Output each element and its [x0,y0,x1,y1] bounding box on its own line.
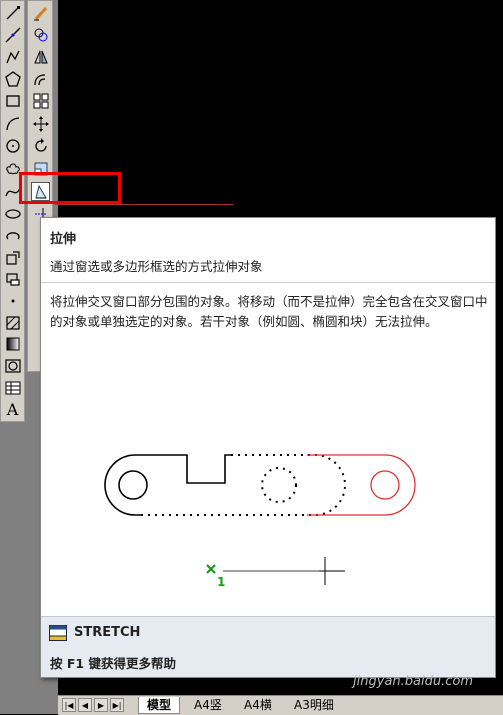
command-name: STRETCH [74,625,141,640]
illustration-label: 1 [217,575,225,589]
tab-nav-next[interactable]: ▶ [94,698,108,712]
tab-nav-last[interactable]: ▶| [110,698,124,712]
watermark: jingyan.baidu.com [353,674,473,689]
line-icon[interactable] [3,3,22,22]
construction-line-icon[interactable] [3,25,22,44]
circle-icon[interactable] [3,136,22,155]
tab-a3-detail[interactable]: A3明细 [286,697,342,713]
tooltip-footer: STRETCH 按 F1 键获得更多帮助 [41,616,495,677]
array-icon[interactable] [31,91,50,110]
rectangle-icon[interactable] [3,91,22,110]
tab-nav-prev[interactable]: ◀ [78,698,92,712]
table-icon[interactable] [3,378,22,397]
rotate-icon[interactable] [31,136,50,155]
drawing-line [55,204,233,205]
ellipse-arc-icon[interactable] [3,226,22,245]
multiline-text-icon[interactable]: A [3,400,22,419]
tooltip-description: 将拉伸交叉窗口部分包围的对象。将移动（而不是拉伸）完全包含在交叉窗口中的对象或单… [50,294,488,329]
point-icon[interactable] [3,291,22,310]
move-icon[interactable] [31,114,50,133]
help-hint: 按 F1 键获得更多帮助 [50,656,176,671]
copy-icon[interactable] [31,25,50,44]
hatch-icon[interactable] [3,313,22,332]
layout-tabbar: |◀ ◀ ▶ ▶| 模型 A4竖 A4横 A3明细 [58,695,503,715]
erase-icon[interactable] [31,3,50,22]
stretch-tooltip: 拉伸 通过窗选或多边形框选的方式拉伸对象 将拉伸交叉窗口部分包围的对象。将移动（… [40,217,496,678]
highlight-box [19,172,121,204]
offset-icon[interactable] [31,69,50,88]
make-block-icon[interactable] [3,269,22,288]
insert-block-icon[interactable] [3,248,22,267]
draw-toolbar: A [0,0,25,422]
tab-a4-portrait[interactable]: A4竖 [186,697,230,713]
polyline-icon[interactable] [3,47,22,66]
region-icon[interactable] [3,356,22,375]
mirror-icon[interactable] [31,47,50,66]
arc-icon[interactable] [3,114,22,133]
tab-model[interactable]: 模型 [138,697,181,714]
stretch-illustration: 1 [104,454,416,589]
tab-nav-first[interactable]: |◀ [62,698,76,712]
tab-a4-landscape[interactable]: A4横 [236,697,280,713]
polygon-icon[interactable] [3,69,22,88]
ellipse-icon[interactable] [3,204,22,223]
tooltip-subtitle: 通过窗选或多边形框选的方式拉伸对象 [50,259,263,274]
command-line-icon [49,625,67,641]
text-button-label: A [6,400,19,419]
gradient-icon[interactable] [3,334,22,353]
tooltip-separator [41,282,495,283]
tooltip-title: 拉伸 [50,232,77,247]
